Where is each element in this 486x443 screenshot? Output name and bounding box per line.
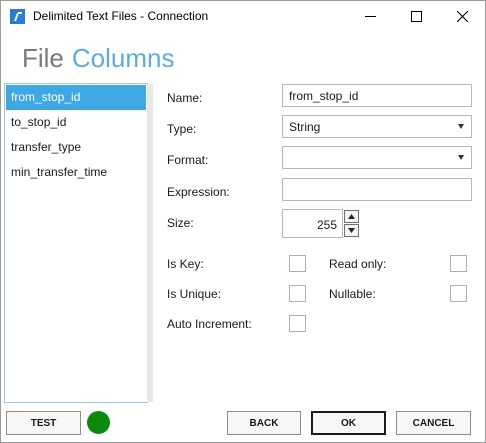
type-label: Type: xyxy=(167,122,197,136)
is-key-checkbox[interactable] xyxy=(289,255,306,272)
minimize-icon xyxy=(364,16,376,17)
columns-list-scrollbar[interactable] xyxy=(147,84,153,402)
page-heading: File Columns xyxy=(22,43,175,74)
maximize-icon xyxy=(410,11,422,22)
close-button[interactable] xyxy=(439,1,485,32)
list-item-transfer-type[interactable]: transfer_type xyxy=(6,135,146,160)
chevron-down-icon xyxy=(458,124,464,129)
chevron-down-icon xyxy=(458,155,464,160)
chevron-down-icon xyxy=(348,228,355,233)
minimize-button[interactable] xyxy=(347,1,393,32)
auto-increment-checkbox[interactable] xyxy=(289,315,306,332)
size-stepper[interactable]: 255 xyxy=(282,209,343,238)
maximize-button[interactable] xyxy=(393,1,439,32)
size-increment-button[interactable] xyxy=(344,210,359,223)
list-item-min-transfer-time[interactable]: min_transfer_time xyxy=(6,160,146,185)
is-unique-checkbox[interactable] xyxy=(289,285,306,302)
connection-dialog: Delimited Text Files - Connection File Co… xyxy=(0,0,486,443)
name-label: Name: xyxy=(167,91,203,105)
connection-status-icon xyxy=(87,411,110,434)
test-button[interactable]: TEST xyxy=(6,411,81,435)
list-item-from-stop-id[interactable]: from_stop_id xyxy=(6,85,146,110)
type-value: String xyxy=(289,120,321,134)
expression-label: Expression: xyxy=(167,185,230,199)
window-title: Delimited Text Files - Connection xyxy=(33,9,209,23)
is-unique-label: Is Unique: xyxy=(167,287,222,301)
format-dropdown[interactable] xyxy=(282,146,472,169)
name-value: from_stop_id xyxy=(289,89,359,103)
size-value: 255 xyxy=(316,218,337,232)
read-only-checkbox[interactable] xyxy=(450,255,467,272)
heading-columns: Columns xyxy=(71,43,175,73)
list-item-to-stop-id[interactable]: to_stop_id xyxy=(6,110,146,135)
size-decrement-button[interactable] xyxy=(344,224,359,237)
type-dropdown[interactable]: String xyxy=(282,115,472,138)
ok-button[interactable]: OK xyxy=(311,411,386,435)
expression-input[interactable] xyxy=(282,178,472,201)
app-icon xyxy=(10,9,25,24)
is-key-label: Is Key: xyxy=(167,257,204,271)
heading-file: File xyxy=(22,43,64,73)
format-label: Format: xyxy=(167,153,209,167)
size-label: Size: xyxy=(167,216,194,230)
columns-list[interactable]: from_stop_id to_stop_id transfer_type mi… xyxy=(4,83,148,403)
chevron-up-icon xyxy=(348,214,355,219)
close-icon xyxy=(456,11,468,22)
title-bar: Delimited Text Files - Connection xyxy=(1,1,485,32)
nullable-checkbox[interactable] xyxy=(450,285,467,302)
back-button[interactable]: BACK xyxy=(227,411,301,435)
read-only-label: Read only: xyxy=(329,257,387,271)
cancel-button[interactable]: CANCEL xyxy=(396,411,471,435)
auto-increment-label: Auto Increment: xyxy=(167,317,252,331)
nullable-label: Nullable: xyxy=(329,287,376,301)
name-input[interactable]: from_stop_id xyxy=(282,84,472,107)
